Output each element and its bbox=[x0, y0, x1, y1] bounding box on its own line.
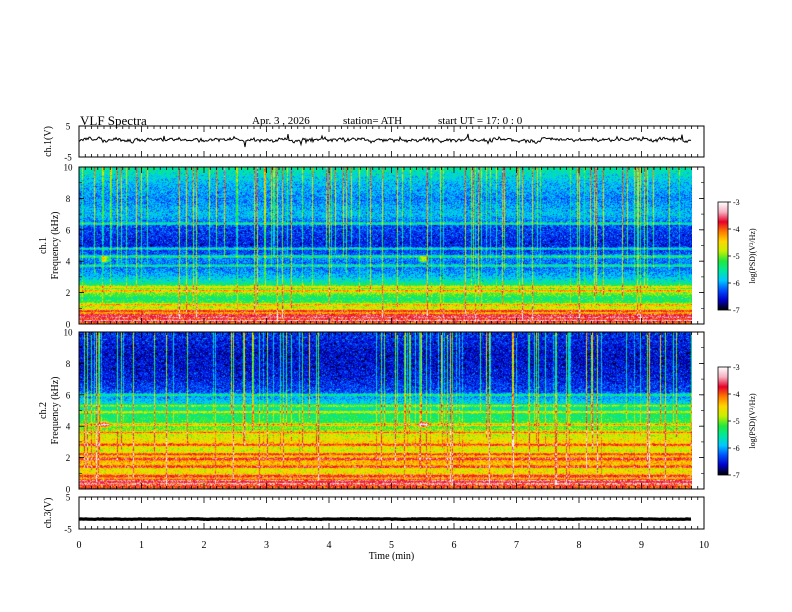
y-tick-label: 4 bbox=[66, 257, 71, 267]
x-tick-label: 2 bbox=[202, 540, 207, 551]
colorbar-title: log(PSD)(V²/Hz) bbox=[748, 228, 757, 284]
y-tick-label: 5 bbox=[66, 122, 71, 132]
x-tick-label: 4 bbox=[327, 540, 332, 551]
colorbar-tick-label: -3 bbox=[733, 198, 740, 207]
colorbar-tick-label: -5 bbox=[733, 252, 740, 261]
ch3-trace bbox=[78, 517, 692, 522]
colorbar-tick-label: -5 bbox=[733, 417, 740, 426]
y-tick-label: 2 bbox=[66, 288, 71, 298]
ch3-ylabel: ch.3(V) bbox=[43, 498, 54, 529]
colorbar-title: log(PSD)(V²/Hz) bbox=[748, 393, 757, 449]
colorbar-tick-label: -6 bbox=[733, 279, 740, 288]
y-tick-label: 10 bbox=[64, 328, 74, 338]
x-tick-label: 9 bbox=[639, 540, 644, 551]
x-tick-label: 6 bbox=[452, 540, 457, 551]
y-tick-label: -5 bbox=[64, 153, 72, 163]
ch1-spec-label: ch.1 bbox=[38, 237, 49, 254]
colorbar-ch2 bbox=[718, 367, 728, 475]
y-tick-label: 6 bbox=[66, 390, 71, 400]
colorbar-tick-label: -7 bbox=[733, 471, 740, 480]
x-tick-label: 5 bbox=[389, 540, 394, 551]
x-tick-label: 3 bbox=[264, 540, 269, 551]
ch1-ylabel: ch.1(V) bbox=[43, 126, 54, 157]
y-tick-label: 8 bbox=[66, 194, 71, 204]
date-label: Apr. 3 , 2026 bbox=[252, 115, 310, 127]
y-tick-label: 6 bbox=[66, 225, 71, 235]
colorbar-tick-label: -6 bbox=[733, 444, 740, 453]
y-tick-label: -5 bbox=[64, 525, 72, 535]
colorbar-tick-label: -4 bbox=[733, 390, 740, 399]
y-tick-label: 10 bbox=[64, 163, 74, 173]
ch2-freq-label: Frequency (kHz) bbox=[50, 376, 61, 444]
plot-title: VLF Spectra bbox=[80, 113, 147, 128]
colorbar-layer: -3 -4 -5 -6 -7 log(PSD)(V²/Hz) -3 -4 -5 -6 -7 log(P… bbox=[717, 198, 757, 480]
colorbar-tick-label: -7 bbox=[733, 306, 740, 315]
spectrogram-ch2 bbox=[79, 332, 692, 489]
x-tick-label: 1 bbox=[139, 540, 144, 551]
ch1-freq-label: Frequency (kHz) bbox=[50, 211, 61, 279]
x-tick-label: 0 bbox=[77, 540, 82, 551]
x-tick-label: 8 bbox=[577, 540, 582, 551]
ch2-spec-label: ch.2 bbox=[38, 402, 49, 419]
spectrogram-ch1 bbox=[79, 167, 692, 324]
y-tick-label: 8 bbox=[66, 359, 71, 369]
colorbar-tick-label: -3 bbox=[733, 363, 740, 372]
y-tick-label: 4 bbox=[66, 422, 71, 432]
station-label: station= ATH bbox=[343, 115, 403, 127]
x-tick-label: 7 bbox=[514, 540, 519, 551]
spectrogram-layer bbox=[79, 167, 692, 489]
vlf-figure: 5-5024681002468105-5ch.1(V)ch.1 Frequency… bbox=[38, 122, 757, 563]
colorbar-ch1 bbox=[718, 202, 728, 310]
y-tick-label: 2 bbox=[66, 453, 71, 463]
x-axis-title: Time (min) bbox=[369, 551, 414, 562]
colorbar-tick-label: -4 bbox=[733, 225, 740, 234]
y-tick-label: 5 bbox=[66, 493, 71, 503]
ch1-trace bbox=[78, 133, 692, 148]
start-time-label: start UT = 17: 0 : 0 bbox=[438, 115, 523, 127]
x-tick-label: 10 bbox=[699, 540, 709, 551]
